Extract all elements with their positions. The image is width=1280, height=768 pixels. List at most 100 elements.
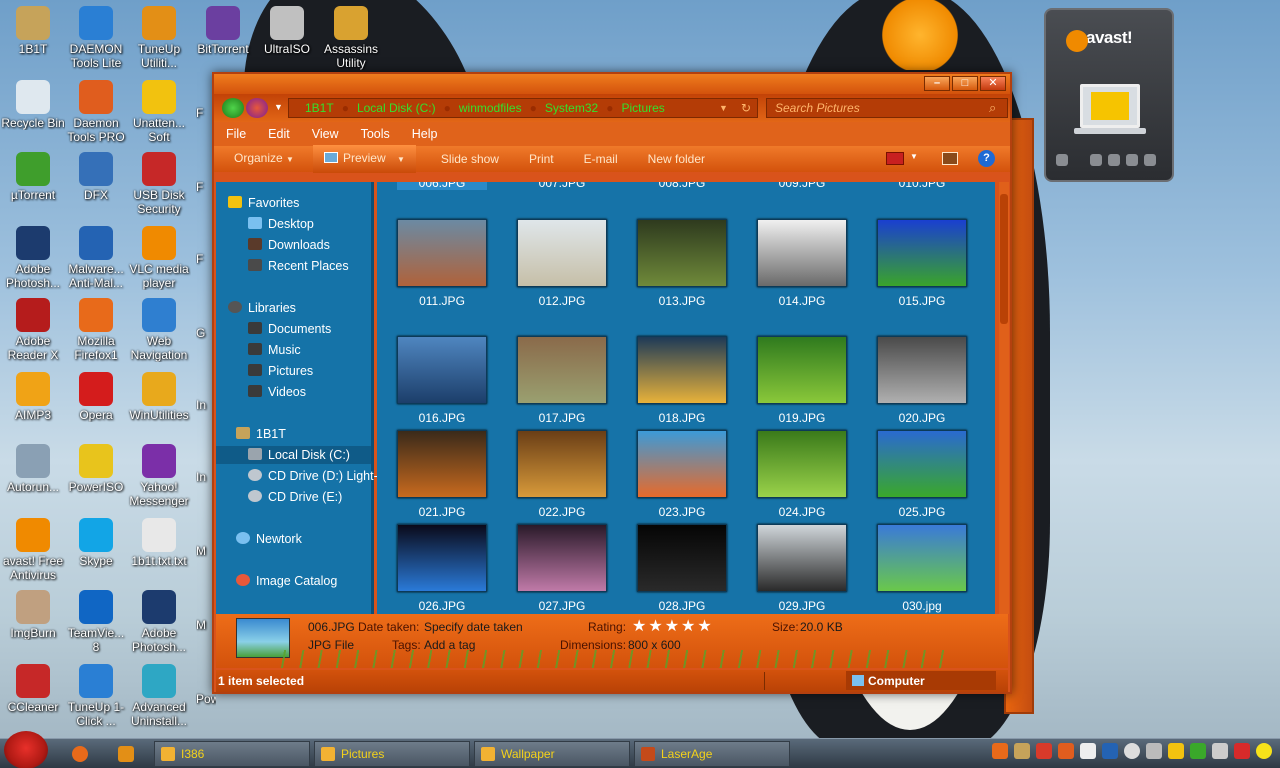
image-thumbnail-partial[interactable]: 007.JPG xyxy=(517,182,607,190)
desktop-icon-item[interactable]: CCleaner xyxy=(1,664,65,714)
taskbar-item-wallpaper[interactable]: Wallpaper xyxy=(474,741,630,767)
image-thumbnail[interactable]: 018.JPG xyxy=(637,336,727,425)
desktop-icon-item[interactable]: Skype xyxy=(64,518,128,568)
date-taken-value[interactable]: Specify date taken xyxy=(424,620,523,634)
desktop-icon-item[interactable]: DFX xyxy=(64,152,128,202)
image-thumbnail[interactable]: 029.JPG xyxy=(757,524,847,613)
nav-music[interactable]: Music xyxy=(248,341,301,359)
image-thumbnail[interactable]: 017.JPG xyxy=(517,336,607,425)
help-icon[interactable]: ? xyxy=(978,150,995,167)
crumb-separator-icon[interactable]: ● xyxy=(444,101,451,115)
desktop-icon-item[interactable]: avast! Free Antivirus xyxy=(1,518,65,582)
image-thumbnail[interactable]: 011.JPG xyxy=(397,219,487,308)
desktop-icon-item[interactable]: Malware... Anti-Mal... xyxy=(64,226,128,290)
image-thumbnail[interactable]: 013.JPG xyxy=(637,219,727,308)
taskbar-item-i386[interactable]: I386 xyxy=(154,741,310,767)
tray-network-icon[interactable] xyxy=(1146,743,1162,759)
menu-tools[interactable]: Tools xyxy=(361,127,390,141)
file-view[interactable]: 006.JPG 007.JPG 008.JPG 009.JPG 010.JPG 011.… xyxy=(377,182,995,614)
tray-messenger-icon[interactable] xyxy=(1124,743,1140,759)
image-thumbnail-partial[interactable]: 008.JPG xyxy=(637,182,727,190)
image-thumbnail[interactable]: 025.JPG xyxy=(877,430,967,519)
nav-cd-drive-e[interactable]: CD Drive (E:) xyxy=(248,488,342,506)
desktop-icon-item[interactable]: DAEMON Tools Lite xyxy=(64,6,128,70)
desktop-icon-item[interactable]: Assassins Utility xyxy=(319,6,383,70)
desktop-icon-item[interactable]: TuneUp Utiliti... xyxy=(127,6,191,70)
image-thumbnail-partial[interactable]: 009.JPG xyxy=(757,182,847,190)
image-thumbnail-partial[interactable]: 006.JPG xyxy=(397,182,487,190)
desktop-icon-item[interactable]: Mozilla Firefox1 xyxy=(64,298,128,362)
vertical-scrollbar[interactable] xyxy=(999,182,1009,614)
desktop-icon-item[interactable]: TuneUp 1-Click ... xyxy=(64,664,128,728)
taskbar-item-pictures[interactable]: Pictures xyxy=(314,741,470,767)
tray-chat-icon[interactable] xyxy=(1080,743,1096,759)
crumb-separator-icon[interactable]: ● xyxy=(606,101,613,115)
image-thumbnail-partial[interactable]: 010.JPG xyxy=(877,182,967,190)
back-arrow-icon[interactable] xyxy=(222,98,244,118)
title-bar[interactable]: – □ ✕ xyxy=(214,74,1010,94)
nav-desktop[interactable]: Desktop xyxy=(248,215,314,233)
tray-daemon-icon[interactable] xyxy=(1058,743,1074,759)
tray-malware-icon[interactable] xyxy=(1102,743,1118,759)
crumb-local-disk[interactable]: Local Disk (C:) xyxy=(357,101,436,115)
nav-documents[interactable]: Documents xyxy=(248,320,331,338)
email-button[interactable]: E-mail xyxy=(573,146,629,172)
menu-view[interactable]: View xyxy=(312,127,339,141)
image-thumbnail[interactable]: 026.JPG xyxy=(397,524,487,613)
tray-volume-icon[interactable] xyxy=(1212,743,1228,759)
desktop-icon-item[interactable]: ImgBurn xyxy=(1,590,65,640)
nav-pictures[interactable]: Pictures xyxy=(248,362,313,380)
address-dropdown-icon[interactable]: ▼ xyxy=(719,103,728,113)
desktop-icon-item[interactable]: PowerISO xyxy=(64,444,128,494)
image-thumbnail[interactable]: 019.JPG xyxy=(757,336,847,425)
crumb-separator-icon[interactable]: ● xyxy=(342,101,349,115)
desktop-icon-item[interactable]: µTorrent xyxy=(1,152,65,202)
desktop-icon-item[interactable]: Adobe Reader X xyxy=(1,298,65,362)
rss-icon[interactable] xyxy=(1144,154,1156,166)
avast-gadget[interactable]: avast! xyxy=(1044,8,1174,182)
address-field[interactable]: 1B1T ● Local Disk (C:) ● winmodfiles ● Syst… xyxy=(288,98,758,118)
desktop-icon-item[interactable]: Unatten... Soft xyxy=(127,80,191,144)
refresh-icon[interactable] xyxy=(1090,154,1102,166)
print-button[interactable]: Print xyxy=(518,146,565,172)
nav-local-disk[interactable]: Local Disk (C:) xyxy=(216,446,371,464)
change-view-icon[interactable] xyxy=(886,152,904,165)
maximize-button[interactable]: □ xyxy=(952,76,978,91)
nav-libraries[interactable]: Libraries xyxy=(228,299,296,317)
tuneup-quicklaunch-icon[interactable] xyxy=(118,746,134,762)
view-dropdown-icon[interactable]: ▼ xyxy=(910,152,918,161)
desktop-icon-item[interactable]: Autorun... xyxy=(1,444,65,494)
menu-file[interactable]: File xyxy=(226,127,246,141)
desktop-icon-item[interactable]: Adobe Photosh... xyxy=(127,590,191,654)
desktop-icon-item[interactable]: Adobe Photosh... xyxy=(1,226,65,290)
rating-stars[interactable]: ★★★★★ xyxy=(632,616,714,636)
facebook-icon[interactable] xyxy=(1126,154,1138,166)
nav-computer[interactable]: 1B1T xyxy=(236,425,286,443)
image-thumbnail[interactable]: 015.JPG xyxy=(877,219,967,308)
search-icon[interactable]: ⌕ xyxy=(989,100,996,116)
nav-videos[interactable]: Videos xyxy=(248,383,306,401)
preview-dropdown-icon[interactable]: ▼ xyxy=(397,155,405,164)
crumb-winmodfiles[interactable]: winmodfiles xyxy=(459,101,522,115)
scrollbar-thumb[interactable] xyxy=(1000,194,1008,324)
close-button[interactable]: ✕ xyxy=(980,76,1006,91)
desktop-icon-item[interactable]: 1B1T xyxy=(1,6,65,56)
tray-check-icon[interactable] xyxy=(1190,743,1206,759)
desktop-icon-item[interactable]: WinUtilities xyxy=(127,372,191,422)
tray-clock-icon[interactable] xyxy=(1256,743,1272,759)
tray-close-icon[interactable] xyxy=(1234,743,1250,759)
nav-cd-drive-d[interactable]: CD Drive (D:) Light-X xyxy=(248,467,386,485)
crumb-system32[interactable]: System32 xyxy=(545,101,598,115)
menu-edit[interactable]: Edit xyxy=(268,127,290,141)
organize-button[interactable]: Organize ▼ xyxy=(214,145,305,173)
desktop-icon-item[interactable]: Web Navigation xyxy=(127,298,191,362)
preview-button[interactable]: Preview ▼ xyxy=(312,145,416,173)
image-thumbnail[interactable]: 021.JPG xyxy=(397,430,487,519)
image-thumbnail[interactable]: 027.JPG xyxy=(517,524,607,613)
desktop-icon-partial[interactable]: Power1 xyxy=(196,692,216,706)
refresh-icon[interactable]: ↻ xyxy=(741,101,751,115)
desktop-icon-item[interactable]: Opera xyxy=(64,372,128,422)
desktop-icon-item[interactable]: Daemon Tools PRO xyxy=(64,80,128,144)
preview-pane-icon[interactable] xyxy=(942,152,958,165)
nav-recent-places[interactable]: Recent Places xyxy=(248,257,349,275)
